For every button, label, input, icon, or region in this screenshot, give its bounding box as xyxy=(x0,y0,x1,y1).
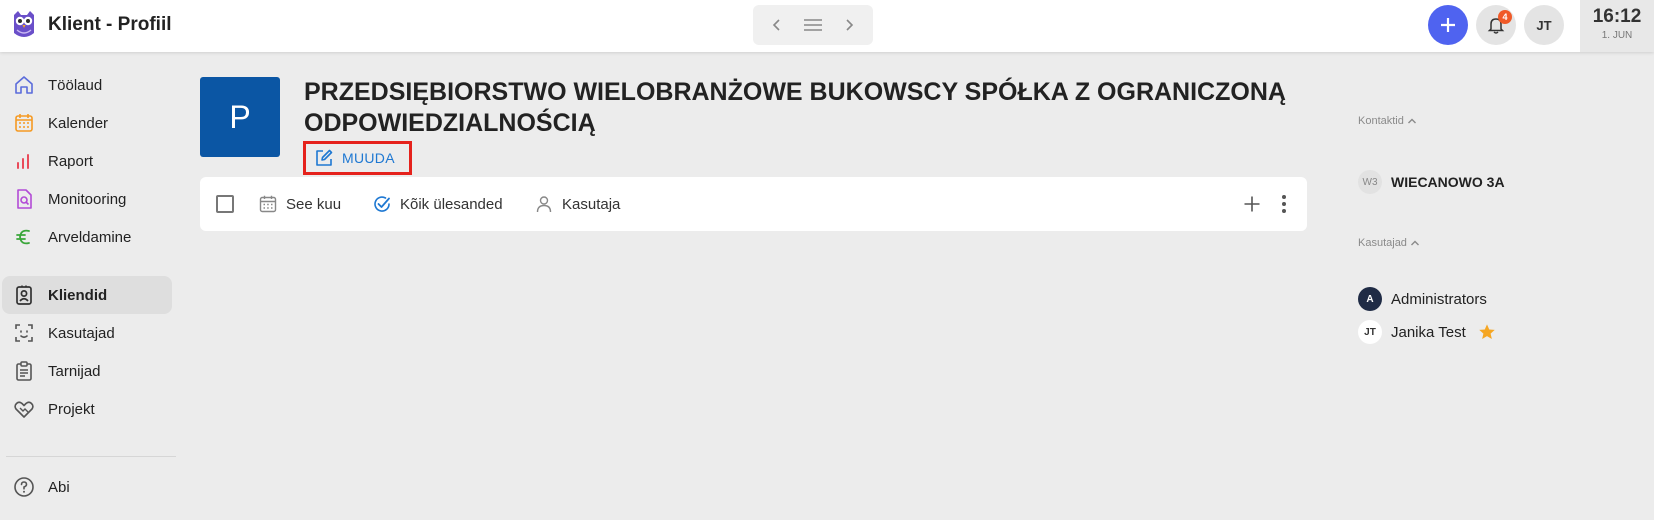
add-task-button[interactable] xyxy=(1238,190,1266,218)
chevron-right-icon xyxy=(846,19,854,31)
clock-time: 16:12 xyxy=(1592,6,1642,27)
chevron-up-icon xyxy=(1407,118,1416,124)
user-name: Administrators xyxy=(1391,290,1487,308)
chevron-up-icon xyxy=(1410,240,1419,246)
sidebar-item-tarnijad[interactable]: Tarnijad xyxy=(2,352,172,390)
next-button[interactable] xyxy=(834,10,864,40)
top-bar: Klient - Profiil 4 JT 16:12 1. JUN xyxy=(0,0,1654,52)
plus-icon xyxy=(1244,196,1260,212)
sidebar: Töölaud Kalender Raport Monitooring Arve… xyxy=(0,52,176,520)
euro-icon xyxy=(12,225,36,249)
users-heading: Kasutajad xyxy=(1358,237,1407,249)
calendar-icon xyxy=(12,111,36,135)
menu-icon xyxy=(804,19,822,31)
notifications-button[interactable]: 4 xyxy=(1476,5,1516,45)
user-item[interactable]: A Administrators xyxy=(1358,287,1487,311)
edit-button[interactable]: MUUDA xyxy=(303,141,412,175)
monitor-doc-icon xyxy=(12,187,36,211)
edit-icon xyxy=(316,149,333,166)
clipboard-icon xyxy=(12,359,36,383)
clock: 16:12 1. JUN xyxy=(1580,0,1654,52)
sidebar-item-arveldamine[interactable]: Arveldamine xyxy=(2,218,172,256)
sidebar-item-kasutajad[interactable]: Kasutajad xyxy=(2,314,172,352)
user-item[interactable]: JT Janika Test xyxy=(1358,320,1496,344)
select-all-checkbox[interactable] xyxy=(216,195,234,213)
filter-tasks[interactable]: Kõik ülesanded xyxy=(372,192,503,216)
filter-period[interactable]: See kuu xyxy=(258,192,341,216)
users-section-toggle[interactable]: Kasutajad xyxy=(1358,237,1420,249)
chevron-left-icon xyxy=(772,19,780,31)
page-title: Klient - Profiil xyxy=(48,14,172,35)
sidebar-item-label: Tarnijad xyxy=(48,362,101,380)
contacts-section-toggle[interactable]: Kontaktid xyxy=(1358,115,1417,127)
sidebar-item-label: Monitooring xyxy=(48,190,127,208)
more-options-button[interactable] xyxy=(1274,190,1294,218)
sidebar-item-label: Raport xyxy=(48,152,94,170)
add-new-button[interactable] xyxy=(1428,5,1468,45)
calendar-icon xyxy=(259,195,277,213)
sidebar-divider xyxy=(6,456,176,457)
sidebar-item-kalender[interactable]: Kalender xyxy=(2,104,172,142)
sidebar-item-label: Kliendid xyxy=(48,286,108,304)
owl-logo-icon xyxy=(14,11,34,37)
face-scan-icon xyxy=(12,321,36,345)
user-badge: JT xyxy=(1358,320,1382,344)
clock-date: 1. JUN xyxy=(1601,30,1633,41)
sidebar-item-label: Kasutajad xyxy=(48,324,115,342)
handshake-icon xyxy=(12,397,36,421)
more-vertical-icon xyxy=(1282,195,1286,213)
plus-icon xyxy=(1441,18,1455,32)
edit-button-label: MUUDA xyxy=(342,150,395,166)
user-badge: A xyxy=(1358,287,1382,311)
user-name: Janika Test xyxy=(1391,323,1466,341)
check-circle-icon xyxy=(374,196,390,212)
contacts-heading: Kontaktid xyxy=(1358,115,1404,127)
client-name: PRZEDSIĘBIORSTWO WIELOBRANŻOWE BUKOWSCY … xyxy=(304,78,1286,137)
list-menu-button[interactable] xyxy=(798,10,828,40)
user-icon xyxy=(536,196,552,213)
bar-chart-icon xyxy=(12,149,36,173)
filter-period-label: See kuu xyxy=(286,195,342,213)
sidebar-item-projekt[interactable]: Projekt xyxy=(2,390,172,428)
contact-badge: W3 xyxy=(1358,170,1382,194)
star-icon xyxy=(1479,324,1495,340)
sidebar-item-abi[interactable]: Abi xyxy=(2,468,172,506)
filter-user-label: Kasutaja xyxy=(562,195,621,213)
home-icon xyxy=(12,73,36,97)
filter-user[interactable]: Kasutaja xyxy=(534,192,620,216)
sidebar-item-toolaud[interactable]: Töölaud xyxy=(2,66,172,104)
record-navigation xyxy=(753,5,873,45)
sidebar-item-label: Projekt xyxy=(48,400,95,418)
task-toolbar: See kuu Kõik ülesanded Kasutaja xyxy=(200,177,1307,231)
filter-tasks-label: Kõik ülesanded xyxy=(400,195,503,213)
previous-button[interactable] xyxy=(762,10,792,40)
user-avatar[interactable]: JT xyxy=(1524,5,1564,45)
notification-count-badge: 4 xyxy=(1498,10,1512,24)
sidebar-item-label: Abi xyxy=(48,478,70,496)
client-avatar: P xyxy=(200,77,280,157)
contact-item[interactable]: W3 WIECANOWO 3A xyxy=(1358,170,1505,194)
contact-card-icon xyxy=(12,283,36,307)
sidebar-item-kliendid[interactable]: Kliendid xyxy=(2,276,172,314)
sidebar-item-monitooring[interactable]: Monitooring xyxy=(2,180,172,218)
help-icon xyxy=(12,475,36,499)
sidebar-item-label: Kalender xyxy=(48,114,109,132)
sidebar-item-raport[interactable]: Raport xyxy=(2,142,172,180)
sidebar-item-label: Töölaud xyxy=(48,76,103,94)
contact-name: WIECANOWO 3A xyxy=(1391,174,1505,190)
sidebar-item-label: Arveldamine xyxy=(48,228,132,246)
